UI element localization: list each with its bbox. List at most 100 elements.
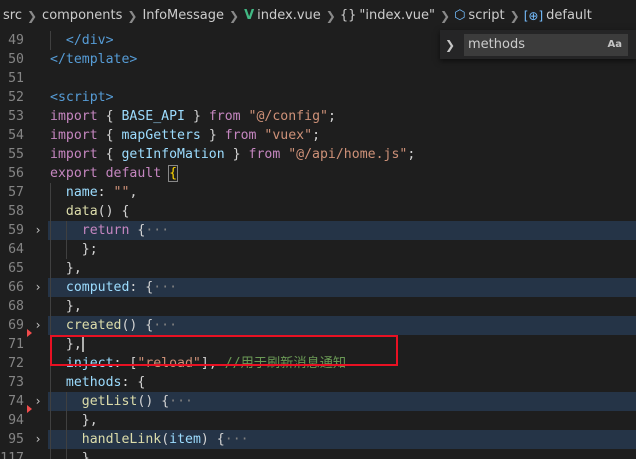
- code-token: },: [81, 451, 98, 459]
- indent-guide: [50, 411, 51, 430]
- code-token: ],: [200, 356, 225, 371]
- match-case-toggle[interactable]: Aa: [608, 39, 629, 50]
- line-number: 56: [8, 166, 24, 181]
- code-token: {: [97, 147, 122, 162]
- fold-chevron-icon[interactable]: ›: [31, 316, 45, 335]
- indent-guide: [50, 31, 51, 50]
- code-token: ;: [407, 147, 416, 162]
- code-line[interactable]: 54 import { mapGetters } from "vuex";: [0, 126, 636, 145]
- code-line[interactable]: 69 › created() {···: [0, 316, 636, 335]
- indent-guide: [50, 316, 51, 335]
- code-editor[interactable]: 49 </div> 50 </template> 51 52 <script> 53 impor…: [0, 31, 636, 459]
- code-line[interactable]: 58 data() {: [0, 202, 636, 221]
- code-token: };: [81, 242, 98, 257]
- indent-guide: [50, 430, 51, 449]
- code-line[interactable]: 72 inject: ["reload"], //用于刷新消息通知: [0, 354, 636, 373]
- code-line[interactable]: 74 › getList() {···: [0, 392, 636, 411]
- code-line[interactable]: 117},: [0, 449, 636, 459]
- code-line[interactable]: 73 methods: {: [0, 373, 636, 392]
- code-line[interactable]: 56 export default {: [0, 164, 636, 183]
- code-token: import: [50, 147, 98, 162]
- code-token: ···: [169, 394, 193, 409]
- code-text: export default {: [50, 164, 179, 183]
- code-token: import: [50, 109, 98, 124]
- find-expand-chevron-icon[interactable]: ❯: [440, 38, 460, 52]
- code-line[interactable]: 59 › return {···: [0, 221, 636, 240]
- line-number: 72: [8, 356, 24, 371]
- line-number: 94: [8, 413, 24, 428]
- code-text: <script>: [50, 88, 114, 107]
- code-token: return: [81, 223, 130, 238]
- code-line[interactable]: 68},: [0, 297, 636, 316]
- code-token: ···: [153, 318, 178, 333]
- fold-chevron-icon[interactable]: ›: [31, 278, 45, 297]
- find-input[interactable]: methods Aa: [464, 33, 629, 56]
- find-input-value: methods: [468, 37, 525, 52]
- code-line[interactable]: 52 <script>: [0, 88, 636, 107]
- code-token: ···: [224, 432, 249, 447]
- code-token: ,: [129, 185, 138, 200]
- code-line[interactable]: 65},: [0, 259, 636, 278]
- code-line[interactable]: 57 name: "",: [0, 183, 636, 202]
- code-line[interactable]: 71},: [0, 335, 636, 354]
- code-token: {: [129, 223, 146, 238]
- code-text: import { mapGetters } from "vuex";: [50, 126, 320, 145]
- code-text: inject: ["reload"], //用于刷新消息通知: [66, 354, 346, 373]
- indent-guide: [65, 449, 67, 459]
- fold-chevron-icon[interactable]: ›: [31, 392, 45, 411]
- indent-guide: [65, 221, 67, 240]
- line-number: 51: [8, 71, 24, 86]
- code-line[interactable]: 53 import { BASE_API } from "@/config";: [0, 107, 636, 126]
- code-text: getList() {···: [82, 392, 193, 411]
- code-line[interactable]: 94},: [0, 411, 636, 430]
- indent-guide: [65, 392, 67, 411]
- diff-marker-created: [27, 329, 32, 337]
- breadcrumb-item[interactable]: "index.vue": [356, 8, 438, 23]
- code-text: import { getInfoMation } from "@/api/hom…: [50, 145, 415, 164]
- indent-guide: [50, 335, 51, 354]
- code-token: //用于刷新消息通知: [224, 356, 347, 371]
- code-line[interactable]: 66 › computed: {···: [0, 278, 636, 297]
- fold-chevron-icon[interactable]: ›: [31, 221, 45, 240]
- line-number: 95: [8, 432, 24, 447]
- code-token: {: [97, 109, 122, 124]
- code-line[interactable]: 55 import { getInfoMation } from "@/api/h…: [0, 145, 636, 164]
- line-number: 64: [8, 242, 24, 257]
- code-token: {: [168, 165, 179, 182]
- line-number: 74: [8, 394, 24, 409]
- code-token: methods: [65, 375, 122, 390]
- chevron-right-icon: ❯: [509, 8, 520, 23]
- breadcrumb-item[interactable]: script: [465, 8, 507, 23]
- line-number: 66: [8, 280, 24, 295]
- code-token: </div>: [65, 33, 114, 48]
- diff-marker-getlist: [27, 405, 32, 413]
- code-token: <script>: [50, 90, 114, 105]
- code-line[interactable]: 64};: [0, 240, 636, 259]
- code-token: "reload": [137, 356, 201, 371]
- code-token: name: [65, 185, 98, 200]
- indent-guide: [50, 373, 51, 392]
- chevron-right-icon: ❯: [127, 8, 138, 23]
- breadcrumb-item[interactable]: InfoMessage: [139, 8, 227, 23]
- chevron-right-icon: ❯: [229, 8, 240, 23]
- code-line[interactable]: 51: [0, 69, 636, 88]
- code-token: "vuex": [264, 128, 313, 143]
- breadcrumb-item[interactable]: components: [39, 8, 125, 23]
- breadcrumb-item[interactable]: index.vue: [254, 8, 324, 23]
- line-number: 65: [8, 261, 24, 276]
- indent-guide: [65, 411, 67, 430]
- code-line[interactable]: 95 › handleLink(item) {···: [0, 430, 636, 449]
- indent-guide: [50, 259, 51, 278]
- code-token: },: [81, 413, 98, 428]
- breadcrumb-item[interactable]: default: [543, 8, 595, 23]
- fold-chevron-icon[interactable]: ›: [31, 430, 45, 449]
- line-number: 68: [8, 299, 24, 314]
- code-token: ) {: [200, 432, 225, 447]
- breadcrumb-item[interactable]: src: [0, 8, 25, 23]
- line-number: 71: [8, 337, 24, 352]
- indent-guide: [50, 183, 51, 202]
- cube-icon: ⬡: [454, 8, 466, 23]
- code-token: "@/api/home.js": [288, 147, 408, 162]
